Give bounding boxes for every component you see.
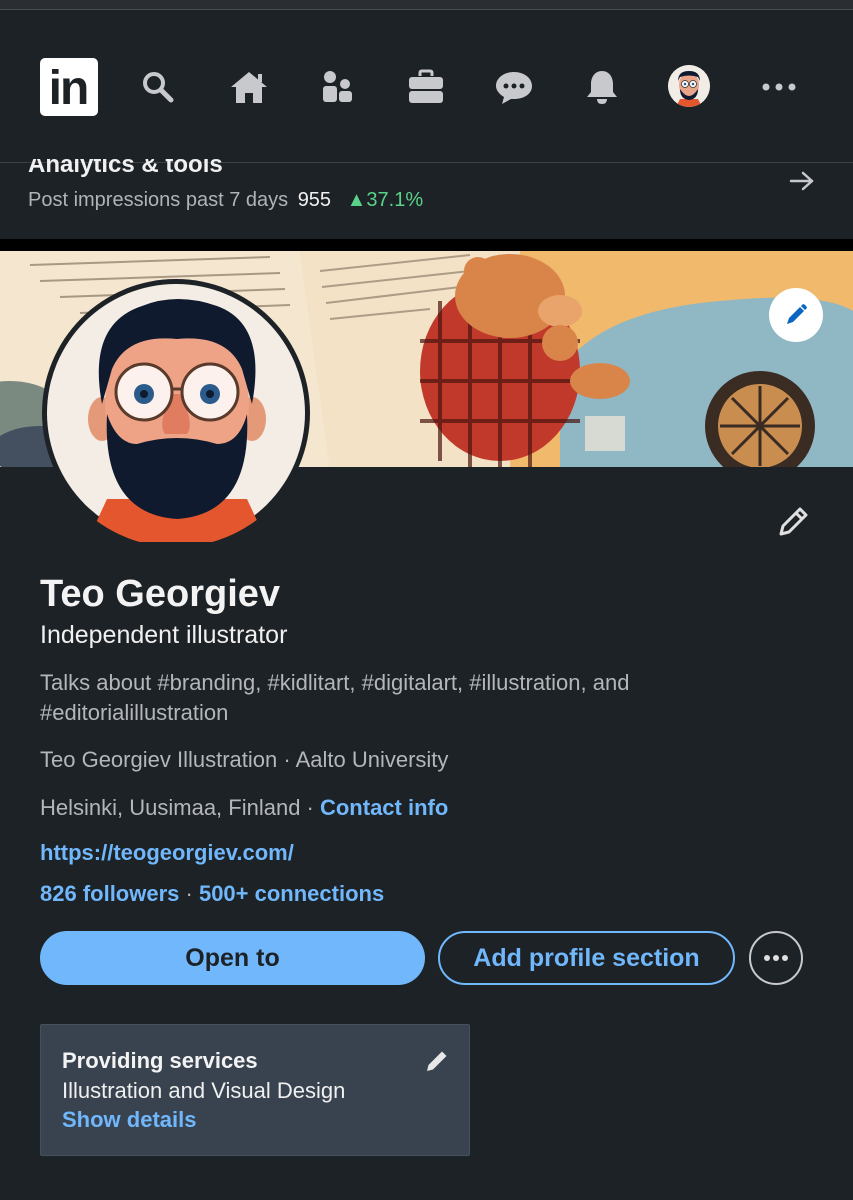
providing-services-card: Providing services Illustration and Visu…	[40, 1024, 470, 1156]
my-network-icon[interactable]	[312, 62, 362, 112]
more-icon	[764, 955, 788, 961]
me-avatar[interactable]	[668, 65, 710, 107]
services-description: Illustration and Visual Design	[62, 1078, 346, 1103]
location-text: Helsinki, Uusimaa, Finland ·	[40, 795, 320, 820]
messaging-icon[interactable]	[489, 62, 539, 112]
impressions-label: Post impressions past 7 days	[28, 189, 289, 211]
contact-info-link[interactable]: Contact info	[320, 795, 448, 820]
pencil-icon	[427, 1051, 447, 1071]
edit-services-button[interactable]	[423, 1047, 451, 1080]
more-icon[interactable]	[754, 62, 804, 112]
show-details-link[interactable]: Show details	[62, 1107, 196, 1133]
connections-link[interactable]: 500+ connections	[199, 881, 384, 906]
analytics-section[interactable]: Analytics & tools Post impressions past …	[0, 159, 853, 239]
top-navigation: in	[0, 10, 853, 163]
analytics-title: Analytics & tools	[28, 159, 223, 177]
arrow-right-icon[interactable]	[788, 169, 816, 198]
notifications-icon[interactable]	[577, 62, 627, 112]
impressions-count: 955	[297, 189, 332, 211]
profile-company-education[interactable]: Teo Georgiev Illustration · Aalto Univer…	[40, 747, 448, 773]
profile-name: Teo Georgiev	[40, 573, 281, 615]
impressions-change: ▲37.1%	[346, 189, 424, 211]
edit-intro-button[interactable]	[776, 503, 812, 544]
profile-photo[interactable]	[42, 279, 310, 547]
talks-about: Talks about #branding, #kidlitart, #digi…	[40, 670, 630, 725]
followers-link[interactable]: 826 followers	[40, 881, 179, 906]
post-impressions: Post impressions past 7 days 955 ▲37.1%	[28, 189, 423, 212]
network-counts: 826 followers · 500+ connections	[40, 881, 384, 907]
jobs-icon[interactable]	[401, 62, 451, 112]
website-link[interactable]: https://teogeorgiev.com/	[40, 840, 294, 866]
pencil-icon	[787, 304, 807, 324]
linkedin-logo[interactable]: in	[40, 58, 98, 116]
edit-banner-button[interactable]	[769, 288, 823, 342]
profile-card: Teo Georgiev Independent illustrator Tal…	[0, 251, 853, 1200]
open-to-button[interactable]: Open to	[40, 931, 425, 985]
window-top-bar	[0, 0, 853, 10]
section-divider	[0, 239, 853, 251]
more-actions-button[interactable]	[749, 931, 803, 985]
add-profile-section-button[interactable]: Add profile section	[438, 931, 735, 985]
profile-headline: Independent illustrator	[40, 621, 288, 649]
pencil-icon	[779, 507, 808, 536]
search-icon[interactable]	[133, 62, 183, 112]
network-separator: ·	[179, 881, 199, 906]
services-title: Providing services	[62, 1048, 258, 1073]
profile-location: Helsinki, Uusimaa, Finland · Contact inf…	[40, 795, 448, 821]
home-icon[interactable]	[224, 62, 274, 112]
logo-text: in	[48, 61, 90, 115]
